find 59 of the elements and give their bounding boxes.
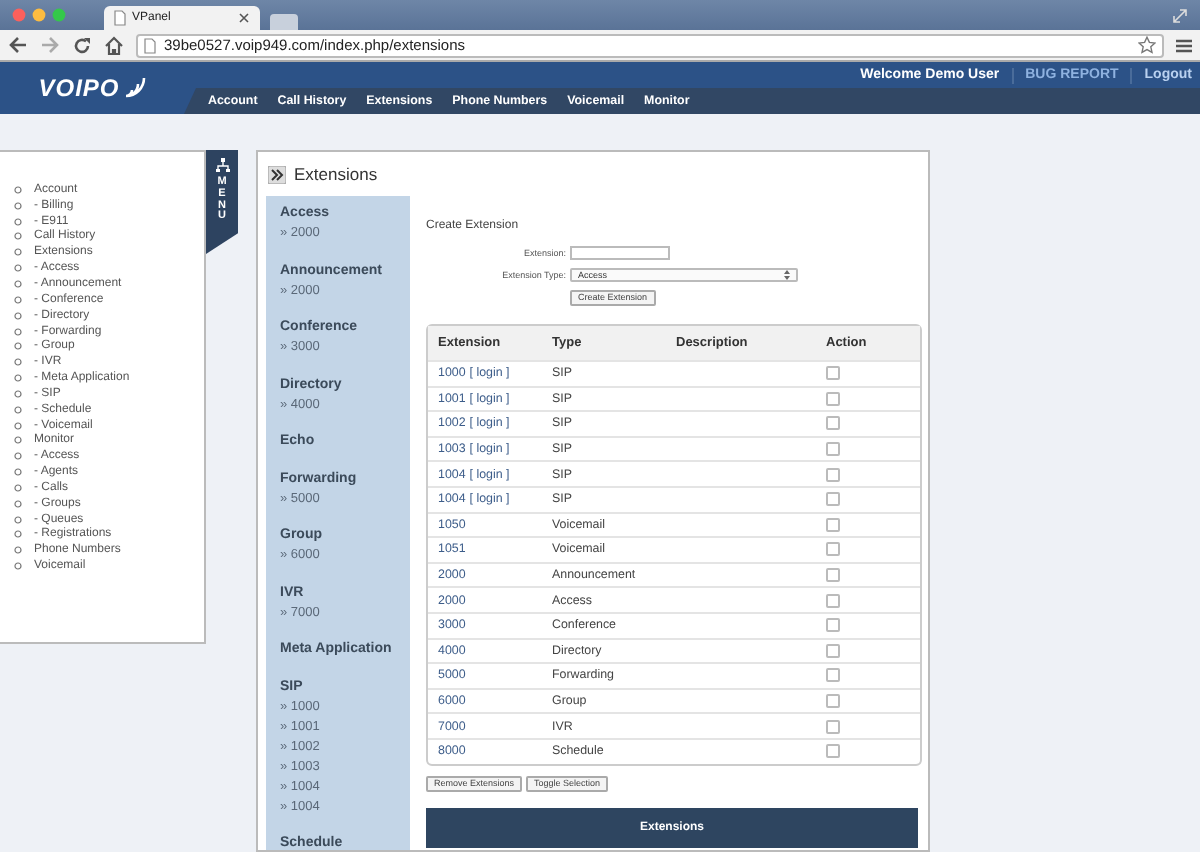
updown-arrows-icon (784, 270, 790, 280)
bullet-icon (14, 311, 22, 320)
row-checkbox[interactable] (826, 694, 840, 709)
bullet-icon (14, 295, 22, 304)
row-checkbox[interactable] (826, 643, 840, 658)
bullet-icon (14, 248, 22, 257)
signal-waves-icon (121, 76, 146, 100)
bullet-icon (14, 201, 22, 210)
row-checkbox[interactable] (826, 593, 840, 608)
row-checkbox[interactable] (826, 719, 840, 734)
bullet-icon (14, 452, 22, 461)
row-checkbox[interactable] (826, 442, 840, 457)
star-icon[interactable] (1138, 36, 1156, 54)
fullscreen-icon[interactable] (1172, 7, 1188, 23)
row-checkbox[interactable] (826, 416, 840, 431)
logo[interactable]: VOIPO (0, 62, 184, 114)
home-icon[interactable] (104, 35, 124, 55)
bullet-icon (14, 217, 22, 226)
bullet-icon (14, 279, 22, 288)
bullet-icon (14, 546, 22, 555)
bullet-icon (14, 468, 22, 477)
sitemap-icon (215, 158, 229, 172)
bullet-icon (14, 264, 22, 273)
bullet-icon (14, 374, 22, 383)
bullet-icon (14, 530, 22, 539)
row-checkbox[interactable] (826, 467, 840, 482)
extension-input[interactable] (570, 246, 670, 260)
bullet-icon (14, 515, 22, 524)
double-chevron-icon (268, 165, 286, 183)
bullet-icon (14, 562, 22, 571)
bullet-icon (14, 232, 22, 241)
bullet-icon (14, 342, 22, 351)
bullet-icon (14, 358, 22, 367)
row-checkbox[interactable] (826, 618, 840, 633)
reload-icon[interactable] (72, 35, 92, 55)
bullet-icon (14, 389, 22, 398)
row-checkbox[interactable] (826, 492, 840, 507)
row-checkbox[interactable] (826, 568, 840, 583)
close-icon[interactable] (238, 12, 250, 24)
row-checkbox[interactable] (826, 744, 840, 759)
bullet-icon (14, 421, 22, 430)
panel-title: Extensions (294, 164, 378, 184)
new-tab-button[interactable] (270, 14, 298, 30)
menu-icon[interactable] (1176, 37, 1192, 53)
bullet-icon (14, 436, 22, 445)
bullet-icon (14, 185, 22, 194)
row-checkbox[interactable] (826, 391, 840, 406)
page-icon (144, 37, 156, 53)
row-checkbox[interactable] (826, 366, 840, 381)
bullet-icon (14, 499, 22, 508)
back-icon[interactable] (8, 36, 28, 54)
page-icon (114, 10, 126, 26)
forward-icon[interactable] (40, 36, 60, 54)
bullet-icon (14, 405, 22, 414)
bullet-icon (14, 483, 22, 492)
row-checkbox[interactable] (826, 517, 840, 532)
row-checkbox[interactable] (826, 542, 840, 557)
row-checkbox[interactable] (826, 668, 840, 683)
bullet-icon (14, 327, 22, 336)
